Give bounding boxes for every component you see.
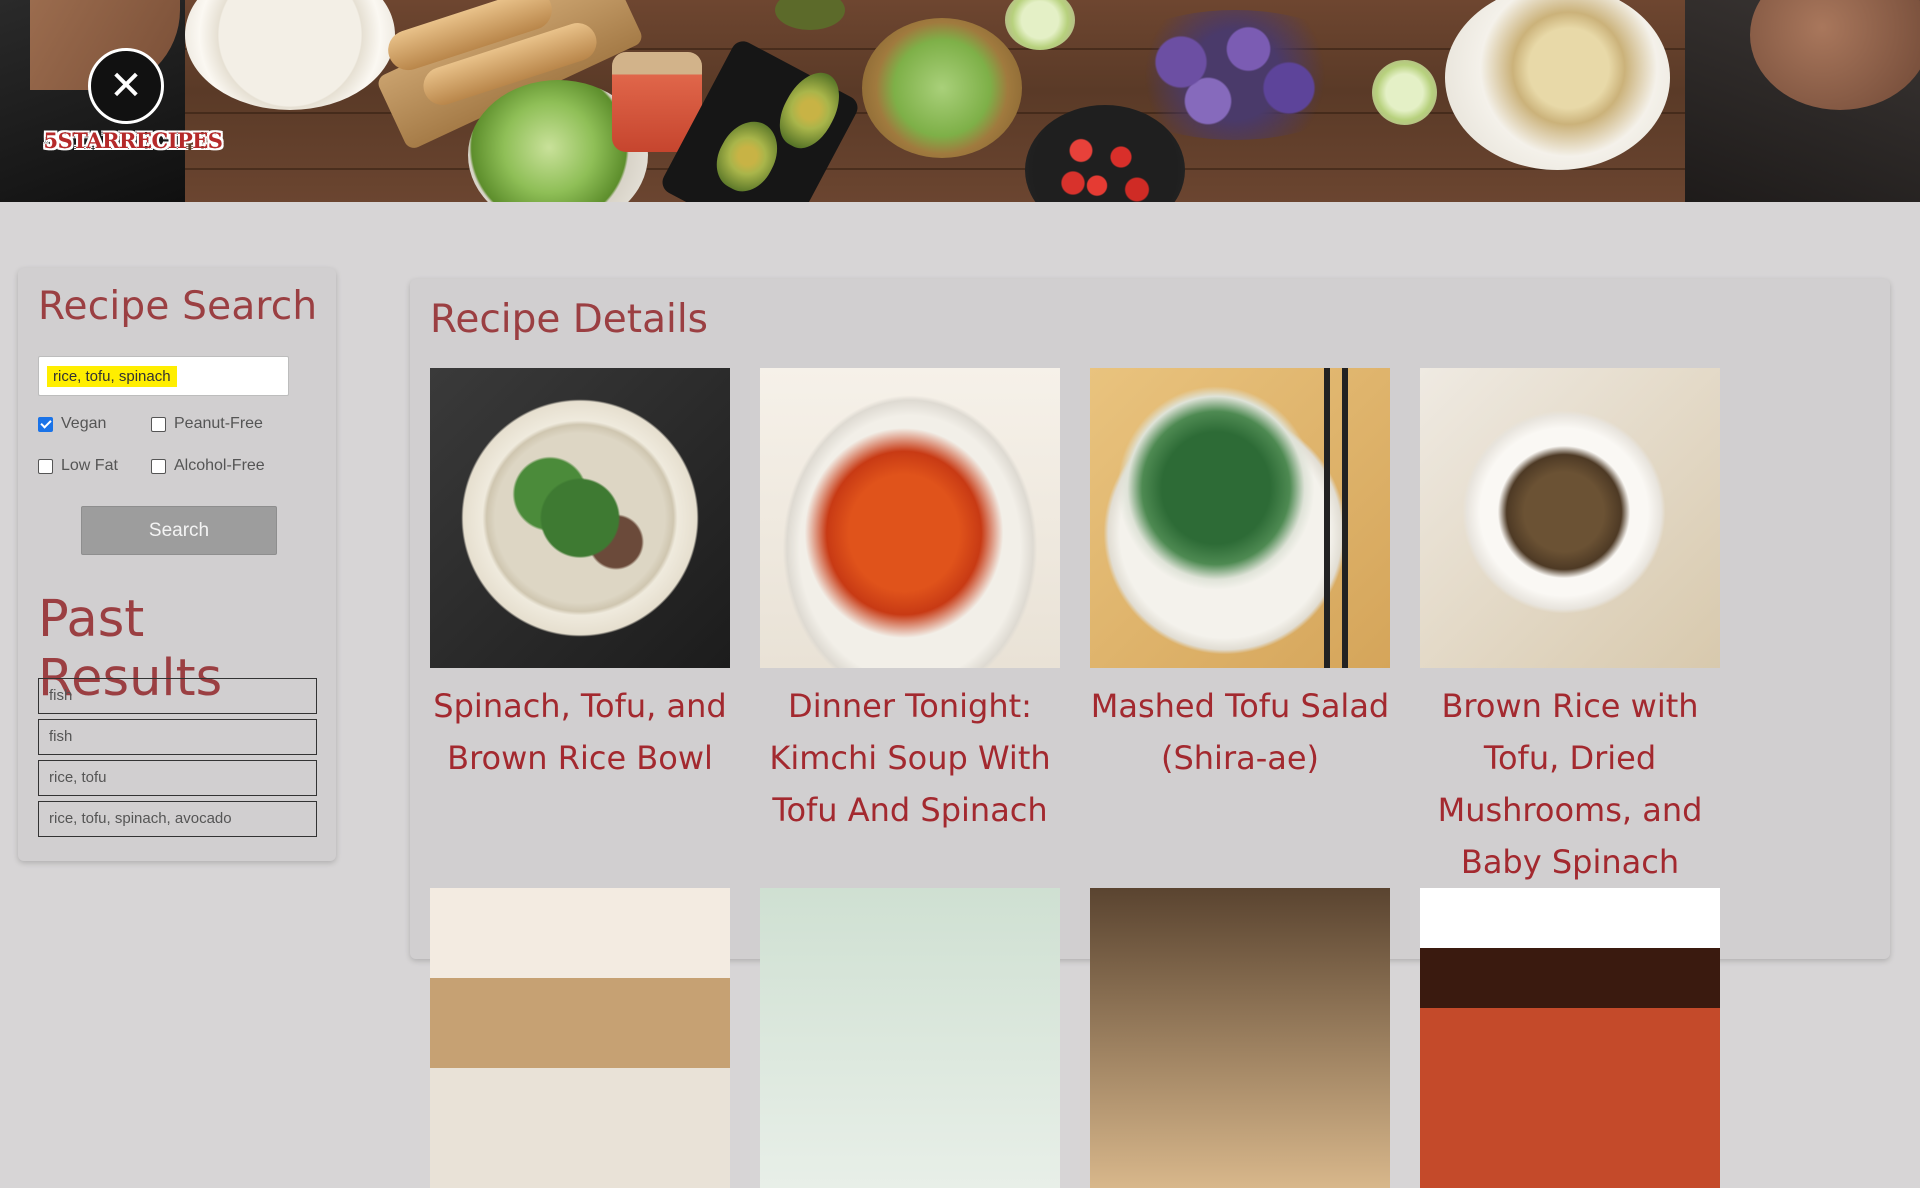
checkbox-icon[interactable] xyxy=(151,416,166,432)
filter-low-fat[interactable]: Low Fat xyxy=(38,457,118,475)
recipe-card[interactable] xyxy=(1420,888,1720,1188)
filter-label: Vegan xyxy=(61,415,107,432)
recipe-card[interactable]: Brown Rice with Tofu, Dried Mushrooms, a… xyxy=(1420,368,1720,888)
past-result-item[interactable]: rice, tofu, spinach, avocado xyxy=(38,801,317,837)
table-plank xyxy=(180,168,1690,170)
filter-peanut-free[interactable]: Peanut-Free xyxy=(151,415,263,433)
banner-pasta-plate xyxy=(1445,0,1670,170)
header-banner: ✕ 5STARRECIPES xyxy=(0,0,1920,202)
recipe-card[interactable] xyxy=(760,888,1060,1188)
recipe-image[interactable] xyxy=(1420,888,1720,1188)
filter-label: Alcohol-Free xyxy=(174,457,265,474)
recipe-image[interactable] xyxy=(1090,888,1390,1188)
recipe-title[interactable]: Spinach, Tofu, and Brown Rice Bowl xyxy=(430,680,730,784)
recipe-image[interactable] xyxy=(1420,368,1720,668)
filter-vegan[interactable]: Vegan xyxy=(38,415,106,433)
search-input[interactable]: rice, tofu, spinach xyxy=(38,356,289,396)
past-result-item[interactable]: fish xyxy=(38,719,317,755)
past-result-item[interactable]: fish xyxy=(38,678,317,714)
recipe-image[interactable] xyxy=(430,888,730,1188)
recipe-card[interactable]: Dinner Tonight: Kimchi Soup With Tofu An… xyxy=(760,368,1060,836)
recipe-image[interactable] xyxy=(430,368,730,668)
recipe-title[interactable]: Dinner Tonight: Kimchi Soup With Tofu An… xyxy=(760,680,1060,836)
recipe-details-panel: Recipe Details Spinach, Tofu, and Brown … xyxy=(410,279,1890,1188)
search-button[interactable]: Search xyxy=(81,506,277,555)
banner-glass xyxy=(1372,60,1437,125)
recipe-image[interactable] xyxy=(760,888,1060,1188)
recipe-title[interactable]: Brown Rice with Tofu, Dried Mushrooms, a… xyxy=(1420,680,1720,888)
banner-person-right xyxy=(1685,0,1920,202)
recipe-image[interactable] xyxy=(1090,368,1390,668)
recipe-search-title: Recipe Search xyxy=(38,284,318,329)
recipe-card[interactable] xyxy=(430,888,730,1188)
search-input-value: rice, tofu, spinach xyxy=(47,366,177,387)
filter-label: Low Fat xyxy=(61,457,118,474)
recipe-card[interactable]: Spinach, Tofu, and Brown Rice Bowl xyxy=(430,368,730,784)
logo-text: 5STARRECIPES xyxy=(43,128,223,153)
filter-alcohol-free[interactable]: Alcohol-Free xyxy=(151,457,265,475)
recipe-card[interactable]: Mashed Tofu Salad (Shira-ae) xyxy=(1090,368,1390,784)
checkbox-checked-icon[interactable] xyxy=(38,416,53,432)
filter-label: Peanut-Free xyxy=(174,415,263,432)
fork-knife-icon: ✕ xyxy=(88,48,164,124)
site-logo[interactable]: ✕ 5STARRECIPES xyxy=(38,48,228,158)
checkbox-icon[interactable] xyxy=(151,458,166,474)
banner-olives xyxy=(775,0,845,30)
recipe-details-title: Recipe Details xyxy=(430,297,708,342)
checkbox-icon[interactable] xyxy=(38,458,53,474)
banner-glass xyxy=(1005,0,1075,50)
banner-wood-bowl xyxy=(862,18,1022,158)
recipe-title[interactable]: Mashed Tofu Salad (Shira-ae) xyxy=(1090,680,1390,784)
recipe-image[interactable] xyxy=(760,368,1060,668)
past-result-item[interactable]: rice, tofu xyxy=(38,760,317,796)
recipe-card[interactable] xyxy=(1090,888,1390,1188)
recipe-search-panel: Recipe Search rice, tofu, spinach Vegan … xyxy=(18,268,336,861)
